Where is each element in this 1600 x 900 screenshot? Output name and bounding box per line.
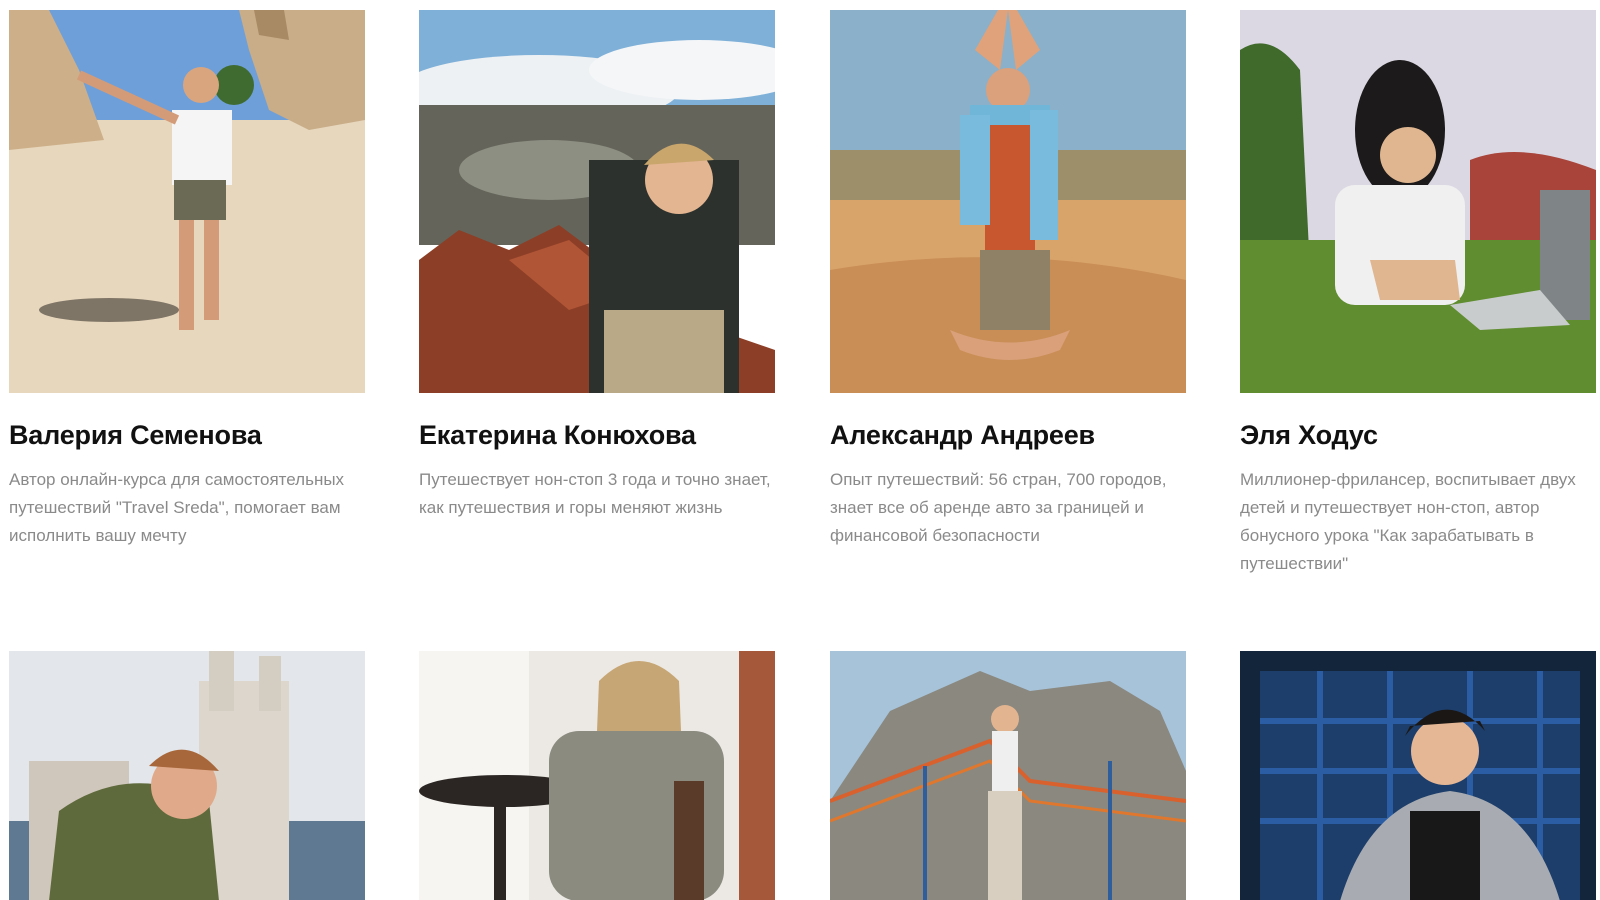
author-description: Автор онлайн-курса для самостоятельных п… <box>9 470 345 545</box>
author-name: Эля Ходус <box>1240 420 1378 450</box>
author-photo <box>9 10 365 393</box>
author-description: Миллионер-фрилансер, воспитывает двух де… <box>1240 470 1576 573</box>
author-photo <box>830 10 1186 393</box>
author-photo <box>9 651 365 900</box>
author-photo <box>419 651 775 900</box>
author-name: Екатерина Конюхова <box>419 420 696 450</box>
author-photo <box>830 651 1186 900</box>
author-name: Валерия Семенова <box>9 420 262 450</box>
author-photo <box>1240 10 1596 393</box>
author-photo <box>419 10 775 393</box>
author-photo <box>1240 651 1596 900</box>
author-description: Путешествует нон-стоп 3 года и точно зна… <box>419 470 771 517</box>
author-description: Опыт путешествий: 56 стран, 700 городов,… <box>830 470 1167 545</box>
author-name: Александр Андреев <box>830 420 1095 450</box>
